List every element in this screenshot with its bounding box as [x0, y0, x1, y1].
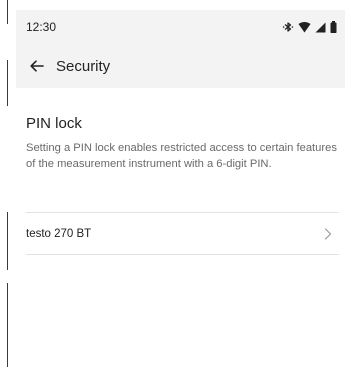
pin-lock-description: Setting a PIN lock enables restricted ac…	[26, 142, 337, 170]
left-rail-line	[7, 0, 8, 24]
wifi-icon	[298, 21, 311, 33]
chevron-right-icon	[321, 227, 335, 241]
status-icons	[282, 21, 337, 33]
left-rail-line	[7, 212, 8, 270]
signal-icon	[315, 22, 326, 33]
device-name: testo 270 BT	[26, 227, 92, 240]
left-rail-line	[7, 283, 8, 367]
arrow-left-icon	[30, 60, 44, 72]
pin-lock-title: PIN lock	[26, 115, 82, 132]
page-title: Security	[56, 57, 111, 75]
app-bar: Security	[16, 44, 345, 88]
bluetooth-icon	[282, 21, 294, 33]
back-button[interactable]	[26, 55, 48, 77]
divider	[26, 254, 339, 255]
battery-icon	[330, 21, 337, 33]
status-bar: 12:30	[16, 10, 345, 44]
device-list-item[interactable]: testo 270 BT	[26, 213, 339, 254]
status-time: 12:30	[26, 20, 57, 34]
left-rail-line	[7, 60, 8, 106]
